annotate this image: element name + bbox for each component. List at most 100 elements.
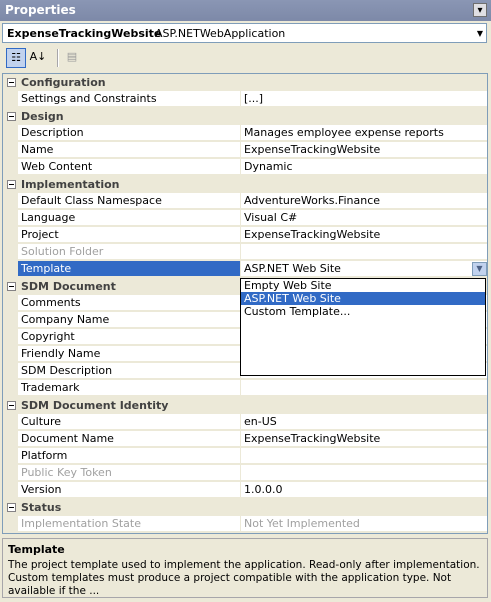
- window-menu-button[interactable]: ▾: [473, 3, 487, 17]
- property-row: Public Key Token: [3, 465, 487, 482]
- category-label: Status: [21, 501, 62, 514]
- collapse-icon[interactable]: [7, 180, 16, 189]
- property-value: Not Yet Implemented: [240, 516, 487, 532]
- property-value[interactable]: Dynamic: [240, 159, 487, 175]
- property-value[interactable]: Visual C#: [240, 210, 487, 226]
- category-configuration[interactable]: Configuration: [3, 74, 487, 91]
- property-name[interactable]: Solution Folder: [18, 244, 240, 260]
- property-name[interactable]: Public Key Token: [18, 465, 240, 481]
- property-name[interactable]: Friendly Name: [18, 346, 240, 362]
- template-dropdown-list[interactable]: Empty Web Site ASP.NET Web Site Custom Tem…: [240, 278, 486, 376]
- categorized-icon: ☷: [11, 51, 21, 64]
- category-label: Design: [21, 110, 64, 123]
- category-status[interactable]: Status: [3, 499, 487, 516]
- property-name[interactable]: Version: [18, 482, 240, 498]
- property-name[interactable]: Description: [18, 125, 240, 141]
- property-name[interactable]: Implementation State: [18, 516, 240, 532]
- property-pages-button[interactable]: ▤: [62, 48, 82, 68]
- property-name[interactable]: Comments: [18, 295, 240, 311]
- property-name[interactable]: Company Name: [18, 312, 240, 328]
- row-margin: [3, 125, 18, 142]
- property-name[interactable]: Template: [18, 261, 240, 277]
- property-row[interactable]: Description Manages employee expense repo…: [3, 125, 487, 142]
- property-name[interactable]: Default Class Namespace: [18, 193, 240, 209]
- dropdown-option[interactable]: Empty Web Site: [241, 279, 485, 292]
- row-margin: [3, 261, 18, 278]
- property-row[interactable]: Platform: [3, 448, 487, 465]
- collapse-icon[interactable]: [7, 282, 16, 291]
- collapse-icon[interactable]: [7, 401, 16, 410]
- property-value[interactable]: ExpenseTrackingWebsite: [240, 431, 487, 447]
- property-value[interactable]: AdventureWorks.Finance: [240, 193, 487, 209]
- property-pages-icon: ▤: [66, 50, 78, 63]
- property-value-text: ExpenseTrackingWebsite: [244, 228, 381, 241]
- property-name[interactable]: Copyright: [18, 329, 240, 345]
- property-name[interactable]: Project: [18, 227, 240, 243]
- collapse-icon[interactable]: [7, 112, 16, 121]
- property-row[interactable]: Language Visual C#: [3, 210, 487, 227]
- property-value[interactable]: ExpenseTrackingWebsite: [240, 227, 487, 243]
- property-value[interactable]: ExpenseTrackingWebsite: [240, 142, 487, 158]
- dropdown-arrow-icon[interactable]: ▼: [472, 262, 487, 276]
- chevron-down-icon[interactable]: ▼: [477, 29, 483, 38]
- collapse-icon[interactable]: [7, 78, 16, 87]
- categorized-button[interactable]: ☷: [6, 48, 26, 68]
- description-heading: Template: [8, 543, 65, 556]
- property-row[interactable]: Default Class Namespace AdventureWorks.Fi…: [3, 193, 487, 210]
- property-value[interactable]: [240, 380, 487, 396]
- property-row[interactable]: Version 1.0.0.0: [3, 482, 487, 499]
- property-row[interactable]: Culture en-US: [3, 414, 487, 431]
- row-margin: [3, 482, 18, 499]
- object-type: ASP.NETWebApplication: [155, 27, 286, 40]
- property-row[interactable]: Settings and Constraints [...]: [3, 91, 487, 108]
- property-row[interactable]: Document Name ExpenseTrackingWebsite: [3, 431, 487, 448]
- property-name[interactable]: Trademark: [18, 380, 240, 396]
- dropdown-option[interactable]: ASP.NET Web Site: [241, 292, 485, 305]
- category-implementation[interactable]: Implementation: [3, 176, 487, 193]
- property-value-text: en-US: [244, 415, 277, 428]
- alphabetical-button[interactable]: A↓: [28, 48, 48, 68]
- property-row: Implementation State Not Yet Implemented: [3, 516, 487, 533]
- property-name[interactable]: Name: [18, 142, 240, 158]
- property-value[interactable]: en-US: [240, 414, 487, 430]
- property-value-text: ExpenseTrackingWebsite: [244, 143, 381, 156]
- dropdown-option[interactable]: Custom Template...: [241, 305, 485, 318]
- property-value[interactable]: [...]: [240, 91, 487, 107]
- property-name[interactable]: SDM Description: [18, 363, 240, 379]
- property-value-text: Manages employee expense reports: [244, 126, 444, 139]
- property-value-text: ASP.NET Web Site: [244, 262, 341, 275]
- property-name[interactable]: Language: [18, 210, 240, 226]
- row-margin: [3, 380, 18, 397]
- row-margin: [3, 431, 18, 448]
- row-margin: [3, 346, 18, 363]
- collapse-icon[interactable]: [7, 503, 16, 512]
- property-row[interactable]: Template ASP.NET Web Site ▼: [3, 261, 487, 278]
- property-name[interactable]: Document Name: [18, 431, 240, 447]
- property-name[interactable]: Settings and Constraints: [18, 91, 240, 107]
- property-row[interactable]: Trademark: [3, 380, 487, 397]
- property-value-text: Visual C#: [244, 211, 298, 224]
- property-name[interactable]: Culture: [18, 414, 240, 430]
- row-margin: [3, 465, 18, 482]
- property-row[interactable]: Web Content Dynamic: [3, 159, 487, 176]
- property-name[interactable]: Web Content: [18, 159, 240, 175]
- category-sdm-document-identity[interactable]: SDM Document Identity: [3, 397, 487, 414]
- object-selector[interactable]: ExpenseTrackingWebsite ASP.NETWebApplica…: [2, 23, 487, 43]
- row-margin: [3, 193, 18, 210]
- row-margin: [3, 363, 18, 380]
- property-value-text: Dynamic: [244, 160, 293, 173]
- property-value[interactable]: [240, 448, 487, 464]
- row-margin: [3, 91, 18, 108]
- property-value: [240, 244, 487, 260]
- property-value-text: Not Yet Implemented: [244, 517, 360, 530]
- property-row[interactable]: Name ExpenseTrackingWebsite: [3, 142, 487, 159]
- category-design[interactable]: Design: [3, 108, 487, 125]
- toolbar: ☷ A↓ ▤: [2, 46, 488, 70]
- property-value-text: AdventureWorks.Finance: [244, 194, 381, 207]
- row-margin: [3, 142, 18, 159]
- property-value[interactable]: ASP.NET Web Site ▼: [240, 261, 487, 277]
- property-name[interactable]: Platform: [18, 448, 240, 464]
- property-row[interactable]: Project ExpenseTrackingWebsite: [3, 227, 487, 244]
- property-value[interactable]: 1.0.0.0: [240, 482, 487, 498]
- property-value[interactable]: Manages employee expense reports: [240, 125, 487, 141]
